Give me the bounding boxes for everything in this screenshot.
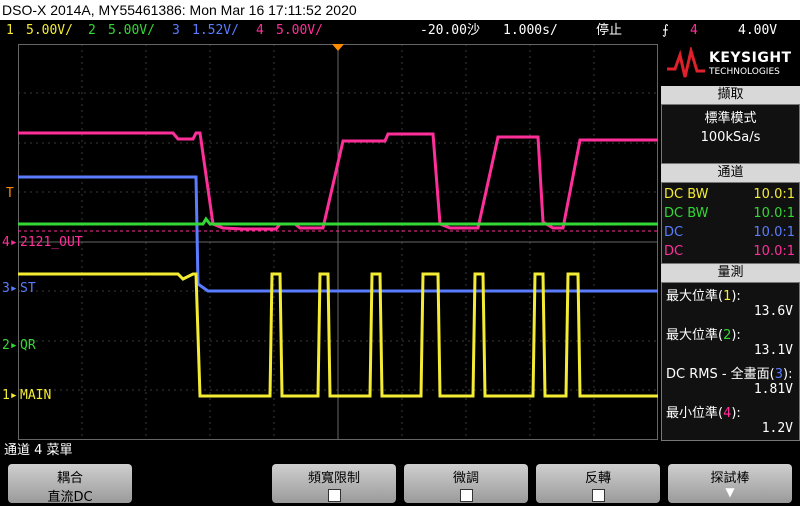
meas-value: 1.81V [753, 382, 793, 397]
channel-row[interactable]: DC BW 10.0:1 [664, 185, 797, 204]
coupling-label: 耦合 [56, 471, 83, 486]
menu-label: 通道 4 菜單 [0, 442, 800, 460]
meas-label-tail: ): [731, 289, 741, 304]
timebase-scale[interactable]: 1.000s/ [503, 20, 558, 42]
channel-coupling: DC BW [664, 206, 709, 221]
invert-label: 反轉 [584, 471, 611, 486]
acq-rate: 100kSa/s [700, 130, 761, 145]
meas-value: 13.6V [753, 304, 793, 319]
acq-header: 擷取 [661, 86, 800, 104]
meas-label-text: 最大位準( [666, 328, 724, 343]
trigger-edge-icon: ⨍ [662, 23, 669, 38]
probe-label: 探試棒 [710, 471, 750, 486]
meas-label-tail: ): [731, 406, 741, 421]
ch2-num[interactable]: 2 [88, 20, 96, 42]
meas-header: 量測 [661, 264, 800, 282]
ch3-scale[interactable]: 1.52V/ [192, 20, 239, 42]
meas-label: DC RMS - 全畫面(3): [666, 363, 792, 382]
ch2-scale[interactable]: 5.00V/ [108, 20, 155, 42]
ch1-marker[interactable]: 1▸ [2, 388, 18, 403]
side-panel: KEYSIGHT TECHNOLOGIES 擷取 標準模式 100kSa/s 通… [661, 42, 800, 441]
channel-row[interactable]: DC BW 10.0:1 [664, 204, 797, 223]
meas-label: 最大位準(1): [666, 285, 741, 304]
bw-limit-checkbox[interactable] [327, 489, 341, 502]
probe-softkey[interactable]: 探試棒 ▼ [668, 464, 792, 503]
invert-softkey[interactable]: 反轉 [536, 464, 660, 503]
channel-coupling: DC [664, 244, 684, 259]
bw-limit-softkey[interactable]: 頻寬限制 [272, 464, 396, 503]
window-title: DSO-X 2014A, MY55461386: Mon Mar 16 17:1… [0, 0, 800, 20]
ch2-marker[interactable]: 2▸ [2, 338, 18, 353]
ch4-marker[interactable]: 4▸ [2, 235, 18, 250]
channel-probe: 10.0:1 [753, 225, 795, 240]
fine-checkbox[interactable] [459, 489, 473, 502]
meas-label-tail: ): [731, 328, 741, 343]
ch4-label: 2121_OUT [20, 235, 83, 250]
fine-label: 微調 [452, 471, 479, 486]
acq-panel[interactable]: 標準模式 100kSa/s [661, 104, 800, 164]
ch3-marker[interactable]: 3▸ [2, 281, 18, 296]
trigger-level[interactable]: 4.00V [738, 20, 777, 42]
keysight-wave-icon [667, 47, 705, 78]
channel-coupling: DC [664, 225, 684, 240]
meas-channel: 3 [774, 367, 784, 382]
meas-label: 最小位準(4): [666, 402, 741, 421]
waveform-display[interactable] [18, 44, 658, 440]
brand-logo: KEYSIGHT TECHNOLOGIES [661, 42, 800, 84]
ch3-label: ST [20, 281, 36, 296]
ch3-num[interactable]: 3 [172, 20, 180, 42]
meas-panel[interactable]: 最大位準(1): 13.6V 最大位準(2): 13.1V DC RMS - 全畫面(3… [661, 282, 800, 441]
ch4-scale[interactable]: 5.00V/ [276, 20, 323, 42]
timebase-delay[interactable]: -20.00沙 [420, 20, 480, 42]
brand-name: KEYSIGHT [709, 50, 792, 66]
meas-label-tail: ): [783, 367, 793, 382]
invert-checkbox[interactable] [591, 489, 605, 502]
channel-panel[interactable]: DC BW 10.0:1 DC BW 10.0:1 DC 10.0:1 DC 10.0:1 [661, 182, 800, 264]
meas-label-text: 最大位準( [666, 289, 724, 304]
meas-value: 13.1V [753, 343, 793, 358]
channel-row[interactable]: DC 10.0:1 [664, 242, 797, 261]
softkey-bar: 耦合 直流DC 頻寬限制 微調 反轉 探試棒 ▼ [0, 460, 800, 505]
channel-row[interactable]: DC 10.0:1 [664, 223, 797, 242]
meas-label: 最大位準(2): [666, 324, 741, 343]
channel-probe: 10.0:1 [753, 244, 795, 259]
meas-label-text: 最小位準( [666, 406, 724, 421]
brand-sub: TECHNOLOGIES [709, 67, 780, 77]
submenu-arrow-icon: ▼ [725, 485, 735, 499]
ch2-label: QR [20, 338, 36, 353]
acq-mode: 標準模式 [704, 111, 757, 126]
coupling-softkey[interactable]: 耦合 直流DC [8, 464, 132, 505]
bw-limit-label: 頻寬限制 [307, 471, 360, 486]
ch1-num[interactable]: 1 [6, 20, 14, 42]
channel-coupling: DC BW [664, 187, 709, 202]
trigger-source[interactable]: 4 [690, 20, 698, 42]
ch1-scale[interactable]: 5.00V/ [26, 20, 73, 42]
meas-value: 1.2V [761, 421, 793, 436]
ch1-label: MAIN [20, 388, 52, 403]
fine-softkey[interactable]: 微調 [404, 464, 528, 503]
run-state[interactable]: 停止 [596, 20, 622, 42]
channel-probe: 10.0:1 [753, 187, 795, 202]
coupling-value: 直流DC [47, 490, 93, 505]
status-bar: 1 5.00V/ 2 5.00V/ 3 1.52V/ 4 5.00V/ -20.… [0, 20, 800, 42]
channel-header: 通道 [661, 164, 800, 182]
meas-label-text: DC RMS - 全畫面( [666, 367, 775, 382]
channel-probe: 10.0:1 [753, 206, 795, 221]
trigger-marker: T [6, 186, 14, 201]
ch4-num[interactable]: 4 [256, 20, 264, 42]
